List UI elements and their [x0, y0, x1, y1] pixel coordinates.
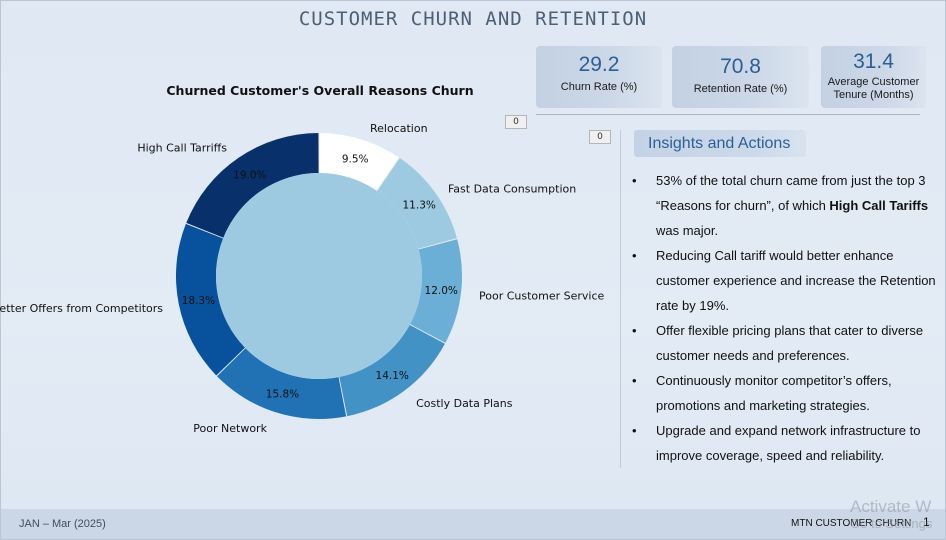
kpi-card-churn-rate: 29.2 Churn Rate (%): [536, 46, 662, 108]
slice-value-label: 14.1%: [376, 370, 409, 382]
kpi-label: Retention Rate (%): [693, 83, 788, 95]
slice-value-label: 12.0%: [425, 285, 458, 297]
bullet-icon: •: [632, 373, 637, 388]
kpi-value: 29.2: [578, 53, 620, 76]
bullet-icon: •: [632, 323, 637, 338]
kpi-label: Churn Rate (%): [560, 81, 638, 93]
insight-item: • Offer flexible pricing plans that cater…: [630, 318, 942, 368]
insight-item: • Reducing Call tariff would better enhan…: [630, 243, 942, 318]
bullet-icon: •: [632, 248, 637, 263]
slice-value-label: 19.0%: [233, 169, 266, 181]
slice-category-label: Fast Data Consumption: [448, 182, 576, 195]
slice-category-label: Relocation: [370, 122, 428, 135]
slice-value-label: 11.3%: [403, 200, 436, 212]
footer-period: JAN – Mar (2025): [19, 518, 106, 530]
slice-category-label: Costly Data Plans: [416, 397, 513, 410]
slice-value-label: 15.8%: [266, 388, 299, 400]
slice-category-label: Poor Network: [193, 422, 267, 435]
slice-value-label: 9.5%: [342, 153, 369, 165]
kpi-value: 70.8: [720, 55, 761, 78]
slice-category-label: High Call Tarriffs: [137, 141, 227, 154]
filter-count-box[interactable]: 0: [505, 115, 527, 129]
slice-value-label: 18.3%: [182, 295, 215, 307]
insight-highlight: High Call Tariffs: [829, 198, 929, 213]
chart-title: Churned Customer's Overall Reasons Churn: [166, 83, 474, 98]
watermark-line2: Go to Settings: [850, 516, 933, 531]
kpi-card-average-tenure: 31.4 Average Customer Tenure (Months): [821, 46, 926, 108]
activation-watermark: Activate W Go to Settings: [850, 497, 933, 532]
slice-category-label: Poor Customer Service: [479, 289, 605, 302]
kpi-label-line1: Average Customer: [827, 76, 920, 88]
kpi-value: 31.4: [853, 50, 894, 73]
bullet-icon: •: [632, 173, 637, 188]
footer-bar: JAN – Mar (2025) MTN CUSTOMER CHURN 1: [1, 509, 945, 539]
insights-list: • 53% of the total churn came from just t…: [630, 168, 942, 468]
donut-center: [216, 173, 422, 379]
insight-text: Offer flexible pricing plans that cater …: [656, 323, 924, 363]
insight-text: Upgrade and expand network infrastructur…: [656, 423, 921, 463]
section-divider: [620, 130, 621, 468]
insight-item: • Upgrade and expand network infrastructu…: [630, 418, 942, 468]
donut-chart: 9.5% Relocation 11.3% Fast Data Consumption…: [0, 122, 605, 435]
slice-category-label: Better Offers from Competitors: [0, 302, 163, 315]
filter-count-box[interactable]: 0: [589, 130, 611, 144]
kpi-label-line2: Tenure (Months): [833, 89, 914, 101]
kpi-card-retention-rate: 70.8 Retention Rate (%): [672, 46, 809, 108]
bullet-icon: •: [632, 423, 637, 438]
watermark-line1: Activate W: [850, 497, 932, 516]
insight-text-tail: was major.: [656, 223, 719, 238]
insight-item: • Continuously monitor competitor’s offer…: [630, 368, 942, 418]
insight-item: • 53% of the total churn came from just t…: [630, 168, 942, 243]
insight-text: Reducing Call tariff would better enhanc…: [656, 248, 936, 313]
page-title: CUSTOMER CHURN AND RETENTION: [298, 8, 648, 30]
insight-text: Continuously monitor competitor’s offers…: [656, 373, 892, 413]
insights-header: Insights and Actions: [634, 130, 806, 157]
